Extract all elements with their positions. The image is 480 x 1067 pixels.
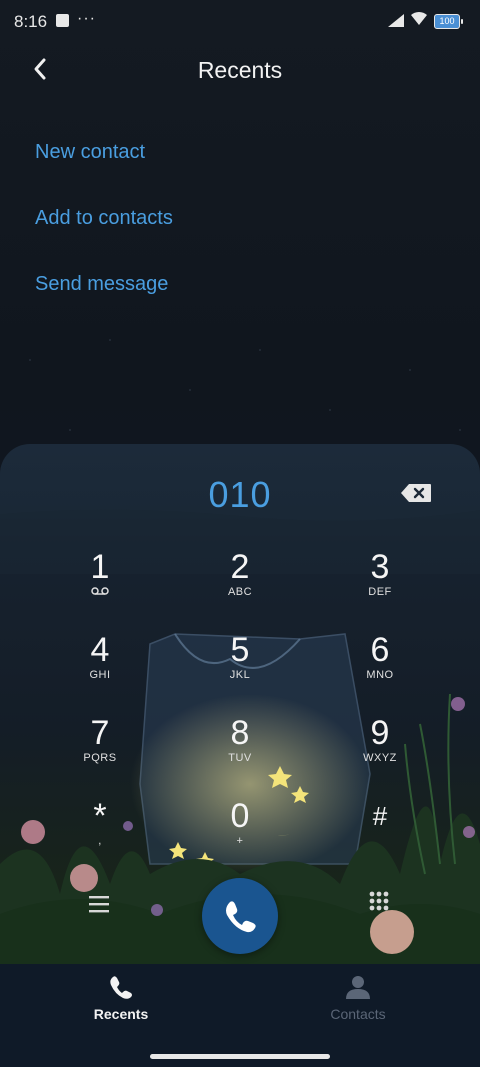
- key-4[interactable]: 4 GHI: [45, 631, 155, 701]
- send-message-link[interactable]: Send message: [35, 273, 168, 296]
- key-digit: 6: [370, 631, 390, 669]
- key-digit: 4: [90, 631, 110, 669]
- key-0[interactable]: 0 +: [185, 797, 295, 867]
- background-stars: [0, 320, 480, 460]
- menu-icon[interactable]: [88, 894, 110, 914]
- key-digit: 5: [230, 631, 250, 669]
- home-indicator[interactable]: [150, 1054, 330, 1059]
- key-9[interactable]: 9 WXYZ: [325, 714, 435, 784]
- key-letters: WXYZ: [363, 752, 397, 764]
- key-digit: *: [93, 797, 107, 835]
- call-button[interactable]: [202, 878, 278, 954]
- key-letters: +: [236, 835, 244, 847]
- key-letters: TUV: [228, 752, 252, 764]
- key-2[interactable]: 2 ABC: [185, 548, 295, 618]
- key-digit: 8: [230, 714, 250, 752]
- add-to-contacts-link[interactable]: Add to contacts: [35, 207, 173, 230]
- key-digit: 7: [90, 714, 110, 752]
- key-5[interactable]: 5 JKL: [185, 631, 295, 701]
- key-digit: 0: [230, 797, 250, 835]
- tab-contacts[interactable]: Contacts: [278, 974, 438, 1022]
- backspace-icon[interactable]: [400, 483, 432, 503]
- signal-icon: [388, 14, 404, 27]
- key-digit: 9: [370, 714, 390, 752]
- tab-recents-label: Recents: [93, 1006, 149, 1022]
- key-8[interactable]: 8 TUV: [185, 714, 295, 784]
- key-letters: PQRS: [83, 752, 117, 764]
- key-letters: DEF: [368, 586, 392, 598]
- status-time: 8:16: [14, 12, 48, 31]
- bottom-navigation: Recents Contacts: [0, 964, 480, 1067]
- voicemail-icon: [91, 587, 109, 595]
- phone-icon: [226, 901, 256, 933]
- key-1[interactable]: 1: [45, 548, 155, 618]
- key-letters: JKL: [229, 669, 251, 681]
- battery-icon: 100: [434, 14, 463, 29]
- status-bar: 8:16 ··· 100: [0, 0, 480, 44]
- phone-icon: [110, 976, 132, 999]
- notification-icon: [56, 14, 69, 27]
- dialer-panel: 010 1 2 ABC 3 DEF 4 GHI 5 JKL 6 MNO 7 PQ…: [0, 444, 480, 964]
- more-notifications-icon: ···: [77, 10, 96, 27]
- key-letters: ABC: [227, 586, 253, 598]
- key-digit: 3: [370, 548, 390, 586]
- wifi-icon: [411, 11, 427, 25]
- key-letters: ,: [98, 835, 102, 847]
- key-digit: 1: [90, 548, 110, 586]
- key-digit: 2: [230, 548, 250, 586]
- key-star[interactable]: * ,: [45, 797, 155, 867]
- key-hash[interactable]: #: [325, 797, 435, 867]
- tab-contacts-label: Contacts: [330, 1006, 386, 1022]
- dialpad-icon[interactable]: [368, 890, 390, 914]
- key-7[interactable]: 7 PQRS: [45, 714, 155, 784]
- new-contact-link[interactable]: New contact: [35, 141, 145, 164]
- tab-recents[interactable]: Recents: [41, 974, 201, 1022]
- key-digit: #: [372, 801, 388, 831]
- key-letters: GHI: [89, 669, 111, 681]
- page-title: Recents: [197, 57, 283, 83]
- key-6[interactable]: 6 MNO: [325, 631, 435, 701]
- key-letters: MNO: [366, 669, 394, 681]
- key-3[interactable]: 3 DEF: [325, 548, 435, 618]
- contact-person-icon: [346, 976, 370, 999]
